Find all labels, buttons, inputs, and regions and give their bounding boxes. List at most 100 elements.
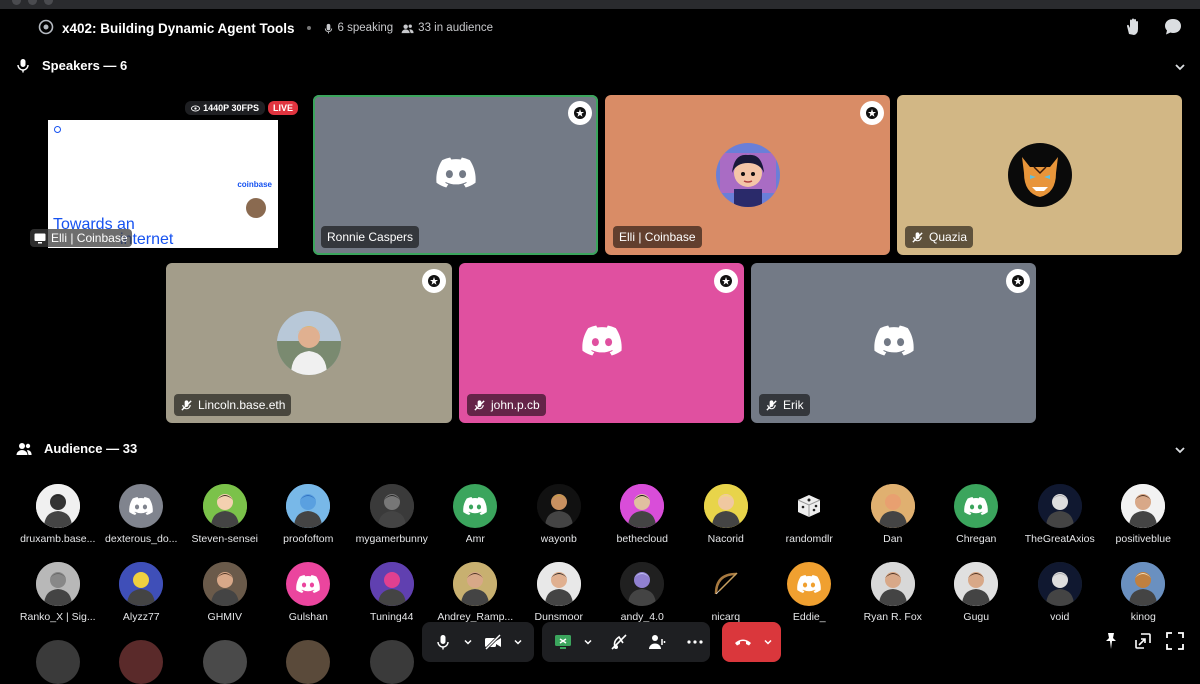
audience-member-name: mygamerbunny — [355, 533, 428, 545]
demon-mask-avatar — [1007, 143, 1072, 207]
audience-member[interactable]: nicarq — [684, 562, 768, 623]
shield-star-icon — [1012, 275, 1024, 287]
mute-button[interactable] — [428, 622, 458, 662]
audience-member[interactable]: TheGreatAxios — [1018, 484, 1102, 545]
chevron-down-icon — [1175, 64, 1185, 71]
viking-avatar — [536, 484, 581, 528]
audience-member[interactable]: void — [1018, 562, 1102, 623]
audience-member-name: Ranko_X | Sig... — [19, 611, 96, 623]
audience-member[interactable]: Nacorid — [684, 484, 768, 545]
audience-member[interactable]: andy_4.0 — [601, 562, 685, 623]
audience-member[interactable]: dexterous_do... — [100, 484, 184, 545]
audience-member-name: bethecloud — [616, 533, 668, 545]
audience-member[interactable]: positiveblue — [1102, 484, 1186, 545]
audience-member-name: randomdlr — [785, 533, 833, 545]
pin-button[interactable] — [1102, 632, 1120, 655]
chat-button[interactable] — [1162, 16, 1184, 38]
speakers-collapse-button[interactable] — [1174, 60, 1186, 78]
mic-muted-icon — [912, 231, 923, 243]
audience-member-name: GHMIV — [207, 611, 242, 623]
chevron-down-icon — [1175, 447, 1185, 454]
screen-share-dropdown[interactable] — [578, 622, 598, 662]
audience-member[interactable]: Ranko_X | Sig... — [16, 562, 100, 623]
window-titlebar — [0, 0, 1200, 9]
audience-member[interactable]: Alyzz77 — [100, 562, 184, 623]
discord-logo-icon — [581, 325, 622, 361]
speakers-section-header[interactable]: Speakers — 6 — [16, 58, 127, 73]
speaker-tile-lincoln[interactable]: Lincoln.base.eth — [166, 263, 452, 423]
photo-man-avatar — [277, 311, 341, 375]
chevron-down-icon — [584, 639, 592, 645]
activity-controls — [542, 622, 710, 662]
shield-star-icon — [574, 107, 586, 119]
audience-member[interactable]: Andrey_Ramp... — [434, 562, 518, 623]
audience-member[interactable]: Chregan — [935, 484, 1019, 545]
astronaut-avatar — [1037, 562, 1082, 606]
monk-avatar — [870, 484, 915, 528]
soundboard-icon — [649, 635, 666, 649]
audience-member[interactable]: GHMIV — [183, 562, 267, 623]
audio-settings-dropdown[interactable] — [458, 622, 478, 662]
speaker-name-label: Elli | Coinbase — [613, 226, 702, 248]
audience-member[interactable]: Dan — [851, 484, 935, 545]
shield-star-icon — [428, 275, 440, 287]
audience-member[interactable]: Ryan R. Fox — [851, 562, 935, 623]
speaker-tile-ronnie[interactable]: Ronnie Caspers — [313, 95, 598, 255]
soundboard-button[interactable] — [642, 622, 672, 662]
audience-member-name: Tuning44 — [370, 611, 414, 623]
coinbase-logo-icon — [54, 126, 61, 133]
screen-share-button[interactable] — [548, 622, 578, 662]
leave-options-dropdown[interactable] — [758, 622, 778, 662]
audience-member-name: Eddie_ — [792, 611, 826, 623]
microphone-icon — [437, 635, 449, 650]
speaker-tile-elli[interactable]: Elli | Coinbase — [605, 95, 890, 255]
camera-button[interactable] — [478, 622, 508, 662]
audience-collapse-button[interactable] — [1174, 443, 1186, 461]
pink-creature-avatar — [369, 562, 414, 606]
raise-hand-button[interactable] — [1122, 16, 1144, 38]
fullscreen-button[interactable] — [1166, 632, 1184, 655]
stream-tile[interactable]: 1440P 30FPS LIVE coinbase Towards an int… — [16, 95, 308, 255]
speaker-name-label: Ronnie Caspers — [321, 226, 420, 248]
window-close-dot[interactable] — [12, 0, 21, 5]
audience-member[interactable]: wayonb — [517, 484, 601, 545]
audience-member[interactable]: randomdlr — [768, 484, 852, 545]
discord-logo-avatar — [954, 484, 999, 528]
audience-member[interactable]: bethecloud — [601, 484, 685, 545]
audience-member[interactable]: druxamb.base... — [16, 484, 100, 545]
speaker-tile-quazia[interactable]: Quazia — [897, 95, 1182, 255]
photo-man-avatar — [453, 562, 498, 606]
window-zoom-dot[interactable] — [44, 0, 53, 5]
audience-member-name: druxamb.base... — [20, 533, 96, 545]
speaker-name-label: Quazia — [905, 226, 974, 248]
speaker-tile-erik[interactable]: Erik — [751, 263, 1036, 423]
photo-man-avatar — [870, 562, 915, 606]
audience-member[interactable]: kinog — [1102, 562, 1186, 623]
audience-member[interactable]: Gugu — [935, 562, 1019, 623]
audience-member-name: Nacorid — [707, 533, 744, 545]
popout-button[interactable] — [1134, 632, 1152, 655]
pixel-punk-avatar — [620, 484, 665, 528]
audience-member[interactable]: Dunsmoor — [517, 562, 601, 623]
audience-member[interactable]: Steven-sensei — [183, 484, 267, 545]
activity-off-icon — [611, 634, 627, 650]
blue-monster-avatar — [286, 484, 331, 528]
audience-member[interactable]: Amr — [434, 484, 518, 545]
audience-member-name: Gugu — [963, 611, 990, 623]
speaker-tile-john[interactable]: john.p.cb — [459, 263, 744, 423]
audience-member[interactable]: mygamerbunny — [350, 484, 434, 545]
window-minimize-dot[interactable] — [28, 0, 37, 5]
more-options-button[interactable] — [680, 622, 710, 662]
activity-button[interactable] — [604, 622, 634, 662]
blonde-avatar — [703, 484, 748, 528]
audience-member[interactable]: Eddie_ — [768, 562, 852, 623]
chevron-down-icon — [764, 639, 772, 645]
audience-member[interactable]: Gulshan — [267, 562, 351, 623]
moderator-badge — [1006, 269, 1030, 293]
audience-member[interactable]: Tuning44 — [350, 562, 434, 623]
audience-section-header[interactable]: Audience — 33 — [16, 441, 137, 456]
video-settings-dropdown[interactable] — [508, 622, 528, 662]
audience-member[interactable]: proofoftom — [267, 484, 351, 545]
leave-stage-button[interactable] — [728, 622, 758, 662]
photo-man-avatar — [202, 562, 247, 606]
